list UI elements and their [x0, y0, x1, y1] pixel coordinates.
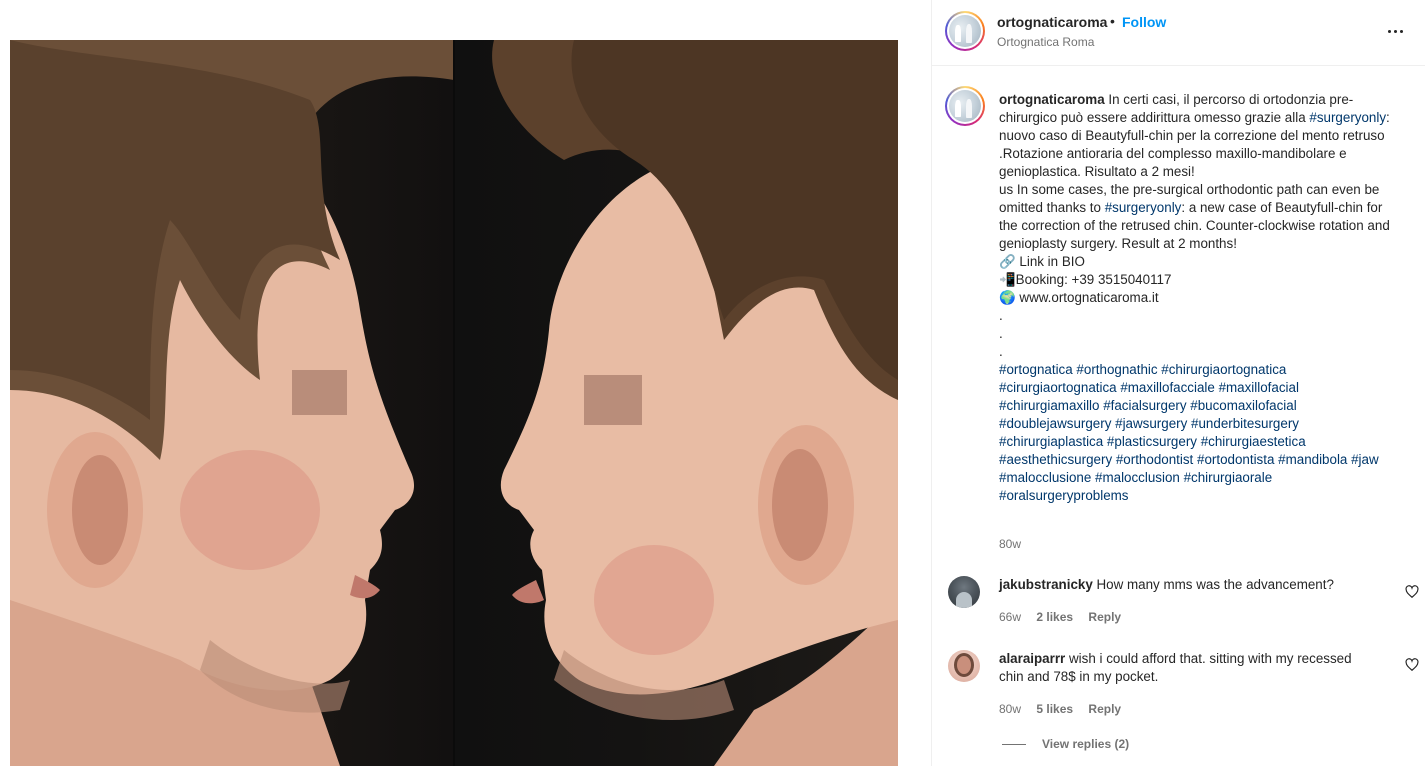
heart-icon[interactable] [1405, 585, 1419, 599]
commenter-username[interactable]: alaraiparrr [999, 651, 1065, 666]
follow-button[interactable]: Follow [1122, 14, 1166, 30]
caption-username[interactable]: ortognaticaroma [999, 92, 1105, 107]
caption-text: ortognaticaroma In certi casi, il percor… [999, 91, 1411, 505]
caption-text-segment: . [999, 344, 1003, 359]
caption-line: genioplastica. Risultato a 2 mesi! [999, 163, 1411, 181]
post-header: ortognaticaroma • Follow Ortognatica Rom… [932, 0, 1425, 66]
location-link[interactable]: Ortognatica Roma [997, 35, 1094, 49]
commenter-avatar[interactable] [948, 576, 980, 608]
commenter-username[interactable]: jakubstranicky [999, 577, 1093, 592]
hashtag-line[interactable]: #cirurgiaortognatica #maxillofacciale #m… [999, 379, 1411, 397]
media-pane [0, 0, 931, 766]
caption-line: us In some cases, the pre-surgical ortho… [999, 181, 1411, 199]
caption-line: 🌍 www.ortognaticaroma.it [999, 289, 1411, 307]
author-avatar[interactable] [945, 11, 985, 51]
after-photo [454, 40, 898, 766]
caption-text-segment: 🌍 www.ortognaticaroma.it [999, 290, 1159, 305]
comment-meta: 80w 5 likes Reply [999, 702, 1133, 716]
comment-text: jakubstranicky How many mms was the adva… [999, 576, 1399, 594]
more-horizontal-icon[interactable] [1384, 22, 1408, 42]
caption-text-segment: chirurgico può essere addirittura omesso… [999, 110, 1310, 125]
comment-body: wish i could afford that. sitting with m… [1065, 651, 1352, 666]
caption-time[interactable]: 80w [999, 537, 1021, 551]
comment-body: How many mms was the advancement? [1092, 577, 1334, 592]
reply-button[interactable]: Reply [1088, 610, 1121, 624]
caption-text-segment: . [999, 326, 1003, 341]
comment-likes[interactable]: 2 likes [1036, 610, 1073, 624]
separator-dot: • [1110, 13, 1115, 29]
hashtag-link[interactable]: #surgeryonly [1309, 110, 1386, 125]
comment-meta: 66w 2 likes Reply [999, 610, 1133, 624]
caption-line: .Rotazione antioraria del complesso maxi… [999, 145, 1411, 163]
hashtag-link[interactable]: #surgeryonly [1105, 200, 1182, 215]
caption-line: . [999, 343, 1411, 361]
comment-body-continued: chin and 78$ in my pocket. [999, 669, 1159, 684]
caption-text-segment: : [1386, 110, 1390, 125]
commenter-avatar[interactable] [948, 650, 980, 682]
caption-line: . [999, 325, 1411, 343]
view-replies-button[interactable]: View replies (2) [1002, 737, 1129, 751]
hashtag-line[interactable]: #chirurgiaplastica #plasticsurgery #chir… [999, 433, 1411, 451]
caption-line: ortognaticaroma In certi casi, il percor… [999, 91, 1411, 109]
caption-line: 📲Booking: +39 3515040117 [999, 271, 1411, 289]
hashtag-line[interactable]: #chirurgiamaxillo #facialsurgery #bucoma… [999, 397, 1411, 415]
caption-text-segment: genioplasty surgery. Result at 2 months! [999, 236, 1237, 251]
caption-line: the correction of the retrused chin. Cou… [999, 217, 1411, 235]
caption-line: . [999, 307, 1411, 325]
caption-text-segment: 📲Booking: +39 3515040117 [999, 272, 1172, 287]
face-profile-left [492, 40, 898, 766]
caption-text-segment: omitted thanks to [999, 200, 1105, 215]
hashtag-line[interactable]: #ortognatica #orthognathic #chirurgiaort… [999, 361, 1411, 379]
comment-text: alaraiparrr wish i could afford that. si… [999, 650, 1399, 686]
heart-icon[interactable] [1405, 658, 1419, 672]
caption-text-segment: us In some cases, the pre-surgical ortho… [999, 182, 1380, 197]
hashtag-line[interactable]: #doublejawsurgery #jawsurgery #underbite… [999, 415, 1411, 433]
caption-line: genioplasty surgery. Result at 2 months! [999, 235, 1411, 253]
caption-line: 🔗 Link in BIO [999, 253, 1411, 271]
caption-text-segment: : a new case of Beautyfull-chin for [1181, 200, 1383, 215]
caption-line: chirurgico può essere addirittura omesso… [999, 109, 1411, 127]
author-username[interactable]: ortognaticaroma [997, 14, 1107, 30]
photo-divider [453, 40, 455, 766]
caption-text-segment: . [999, 308, 1003, 323]
caption-line: nuovo caso di Beautyfull-chin per la cor… [999, 127, 1411, 145]
face-profile-right [10, 40, 454, 766]
comment-time[interactable]: 80w [999, 702, 1021, 716]
comment-time[interactable]: 66w [999, 610, 1021, 624]
before-photo [10, 40, 454, 766]
caption-text-segment: genioplastica. Risultato a 2 mesi! [999, 164, 1195, 179]
hashtag-line[interactable]: #aesthethicsurgery #orthodontist #ortodo… [999, 451, 1411, 469]
comments-panel: ortognaticaroma • Follow Ortognatica Rom… [931, 0, 1425, 766]
caption-text-segment: .Rotazione antioraria del complesso maxi… [999, 146, 1347, 161]
comment-likes[interactable]: 5 likes [1036, 702, 1073, 716]
caption-text-segment: 🔗 Link in BIO [999, 254, 1085, 269]
caption-text-segment: nuovo caso di Beautyfull-chin per la cor… [999, 128, 1385, 143]
caption-line: omitted thanks to #surgeryonly: a new ca… [999, 199, 1411, 217]
reply-button[interactable]: Reply [1088, 702, 1121, 716]
hashtag-line[interactable]: #malocclusione #malocclusion #chirurgiao… [999, 469, 1411, 487]
post-image[interactable] [10, 40, 898, 766]
hashtag-line[interactable]: #oralsurgeryproblems [999, 487, 1411, 505]
caption-text-segment: the correction of the retrused chin. Cou… [999, 218, 1390, 233]
caption-avatar[interactable] [945, 86, 985, 126]
caption-text-segment: In certi casi, il percorso di ortodonzia… [1104, 92, 1354, 107]
replies-divider [1002, 743, 1026, 745]
view-replies-label[interactable]: View replies (2) [1042, 737, 1129, 751]
